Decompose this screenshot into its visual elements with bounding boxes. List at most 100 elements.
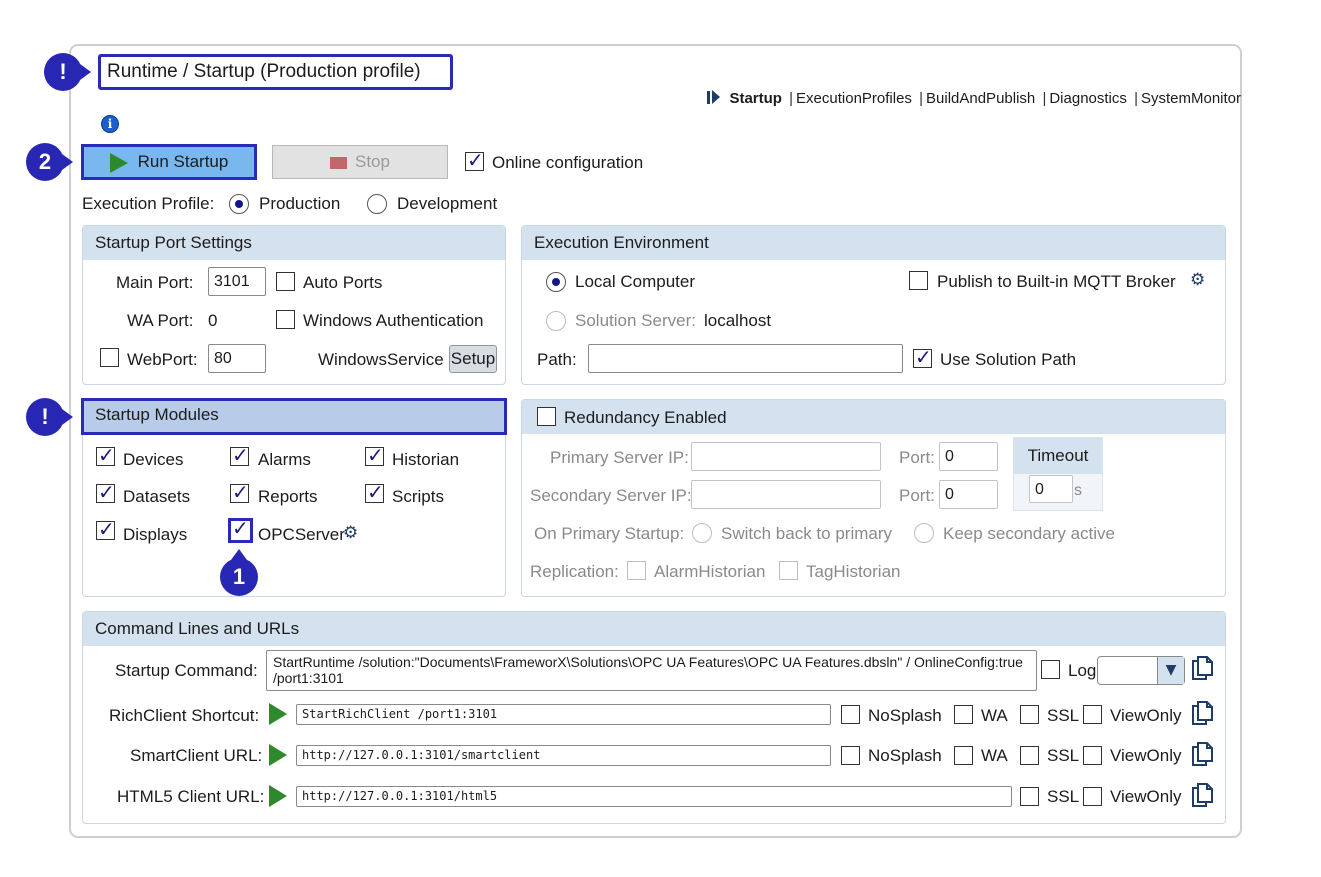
primary-port-label: Port: <box>899 448 935 467</box>
module-reports-checkbox[interactable] <box>230 480 249 504</box>
mqtt-gear-icon[interactable]: ⚙ <box>1190 270 1205 290</box>
log-checkbox[interactable] <box>1041 660 1060 679</box>
stop-label: Stop <box>355 152 390 171</box>
local-computer-radio[interactable] <box>546 272 566 292</box>
smartclient-wa-checkbox[interactable] <box>954 746 973 765</box>
profile-production-label: Production <box>259 194 341 213</box>
mqtt-broker-label: Publish to Built-in MQTT Broker <box>937 272 1176 291</box>
mqtt-broker-checkbox[interactable] <box>909 271 928 290</box>
solution-server-radio[interactable] <box>546 311 566 331</box>
smartclient-play-icon[interactable] <box>269 744 287 766</box>
secondary-ip-input[interactable] <box>691 480 881 509</box>
online-config-checkbox[interactable] <box>465 148 484 172</box>
setup-button[interactable]: Setup <box>449 345 497 373</box>
alarm-historian-checkbox[interactable] <box>627 561 646 580</box>
timeout-unit: s <box>1074 482 1082 499</box>
copy-smartclient-icon[interactable] <box>1191 742 1215 768</box>
smartclient-nosplash-checkbox[interactable] <box>841 746 860 765</box>
module-historian-label: Historian <box>392 450 460 469</box>
richclient-ssl-checkbox[interactable] <box>1020 705 1039 724</box>
keep-secondary-radio[interactable] <box>914 523 934 543</box>
info-icon[interactable]: i <box>101 115 119 133</box>
module-historian-checkbox[interactable] <box>365 443 384 467</box>
html5-ssl-checkbox[interactable] <box>1020 787 1039 806</box>
main-port-label: Main Port: <box>116 273 194 292</box>
richclient-play-icon[interactable] <box>269 703 287 725</box>
redundancy-enabled-checkbox[interactable] <box>537 407 556 426</box>
keep-secondary-label: Keep secondary active <box>943 524 1115 543</box>
breadcrumb-systemmonitor[interactable]: SystemMonitor <box>1141 90 1241 107</box>
copy-richclient-icon[interactable] <box>1191 701 1215 727</box>
richclient-wa-checkbox[interactable] <box>954 705 973 724</box>
richclient-wa-label: WA <box>981 706 1008 725</box>
on-primary-label: On Primary Startup: <box>534 524 685 543</box>
use-solution-path-checkbox[interactable] <box>913 345 932 369</box>
html5-play-icon[interactable] <box>269 785 287 807</box>
html5-ssl-label: SSL <box>1047 787 1080 806</box>
log-dropdown[interactable]: ▼ <box>1097 656 1185 685</box>
run-startup-label: Run Startup <box>137 152 229 171</box>
breadcrumb-sep: | <box>919 90 924 107</box>
execution-profile-label: Execution Profile: <box>82 194 215 213</box>
wa-port-label: WA Port: <box>127 311 194 330</box>
online-config-label: Online configuration <box>492 153 644 172</box>
opcserver-gear-icon[interactable]: ⚙ <box>343 523 358 543</box>
breadcrumb-diagnostics[interactable]: Diagnostics <box>1049 90 1127 107</box>
auto-ports-label: Auto Ports <box>303 273 383 292</box>
module-displays-checkbox[interactable] <box>96 517 115 541</box>
smartclient-ssl-label: SSL <box>1047 746 1080 765</box>
solution-server-label: Solution Server: <box>575 311 696 330</box>
html5-input[interactable]: http://127.0.0.1:3101/html5 <box>296 786 1012 807</box>
windows-auth-label: Windows Authentication <box>303 311 484 330</box>
smartclient-nosplash-label: NoSplash <box>868 746 942 765</box>
richclient-viewonly-checkbox[interactable] <box>1083 705 1102 724</box>
timeout-input[interactable]: 0 <box>1029 475 1073 503</box>
replication-label: Replication: <box>530 562 619 581</box>
breadcrumb-executionprofiles[interactable]: ExecutionProfiles <box>796 90 912 107</box>
startup-modules-header: Startup Modules <box>81 398 507 435</box>
stop-button[interactable]: Stop <box>272 145 448 179</box>
local-computer-label: Local Computer <box>575 272 696 291</box>
alarm-historian-label: AlarmHistorian <box>654 562 766 581</box>
auto-ports-checkbox[interactable] <box>276 272 295 291</box>
richclient-input[interactable]: StartRichClient /port1:3101 <box>296 704 831 725</box>
profile-development-radio[interactable] <box>367 194 387 214</box>
breadcrumb-buildandpublish[interactable]: BuildAndPublish <box>926 90 1035 107</box>
module-scripts-label: Scripts <box>392 487 444 506</box>
path-input[interactable] <box>588 344 903 373</box>
startup-command-input[interactable]: StartRuntime /solution:"Documents\Framew… <box>266 650 1037 691</box>
tag-historian-checkbox[interactable] <box>779 561 798 580</box>
webport-input[interactable]: 80 <box>208 344 266 373</box>
secondary-port-input[interactable]: 0 <box>939 480 998 509</box>
module-devices-checkbox[interactable] <box>96 443 115 467</box>
smartclient-input[interactable]: http://127.0.0.1:3101/smartclient <box>296 745 831 766</box>
module-datasets-checkbox[interactable] <box>96 480 115 504</box>
primary-port-input[interactable]: 0 <box>939 442 998 471</box>
secondary-port-label: Port: <box>899 486 935 505</box>
secondary-ip-label: Secondary Server IP: <box>530 486 692 505</box>
use-solution-path-label: Use Solution Path <box>940 350 1077 369</box>
module-opcserver-checkbox[interactable] <box>228 516 253 543</box>
execution-environment-header: Execution Environment <box>522 226 1225 260</box>
switch-back-radio[interactable] <box>692 523 712 543</box>
profile-production-radio[interactable] <box>229 194 249 214</box>
redundancy-enabled-label: Redundancy Enabled <box>564 408 727 427</box>
main-port-input[interactable]: 3101 <box>208 267 266 296</box>
copy-startup-icon[interactable] <box>1191 656 1215 682</box>
richclient-label: RichClient Shortcut: <box>109 706 260 725</box>
windows-auth-checkbox[interactable] <box>276 310 295 329</box>
module-alarms-checkbox[interactable] <box>230 443 249 467</box>
copy-html5-icon[interactable] <box>1191 783 1215 809</box>
module-scripts-checkbox[interactable] <box>365 480 384 504</box>
startup-command-label: Startup Command: <box>115 661 258 680</box>
html5-viewonly-checkbox[interactable] <box>1083 787 1102 806</box>
smartclient-viewonly-checkbox[interactable] <box>1083 746 1102 765</box>
breadcrumb-startup[interactable]: Startup <box>729 90 782 107</box>
run-startup-button[interactable]: Run Startup <box>81 144 257 180</box>
smartclient-ssl-checkbox[interactable] <box>1020 746 1039 765</box>
webport-checkbox[interactable] <box>100 348 119 367</box>
log-label: Log <box>1068 661 1097 680</box>
primary-ip-input[interactable] <box>691 442 881 471</box>
richclient-nosplash-checkbox[interactable] <box>841 705 860 724</box>
windows-service-label: WindowsService <box>318 350 444 369</box>
